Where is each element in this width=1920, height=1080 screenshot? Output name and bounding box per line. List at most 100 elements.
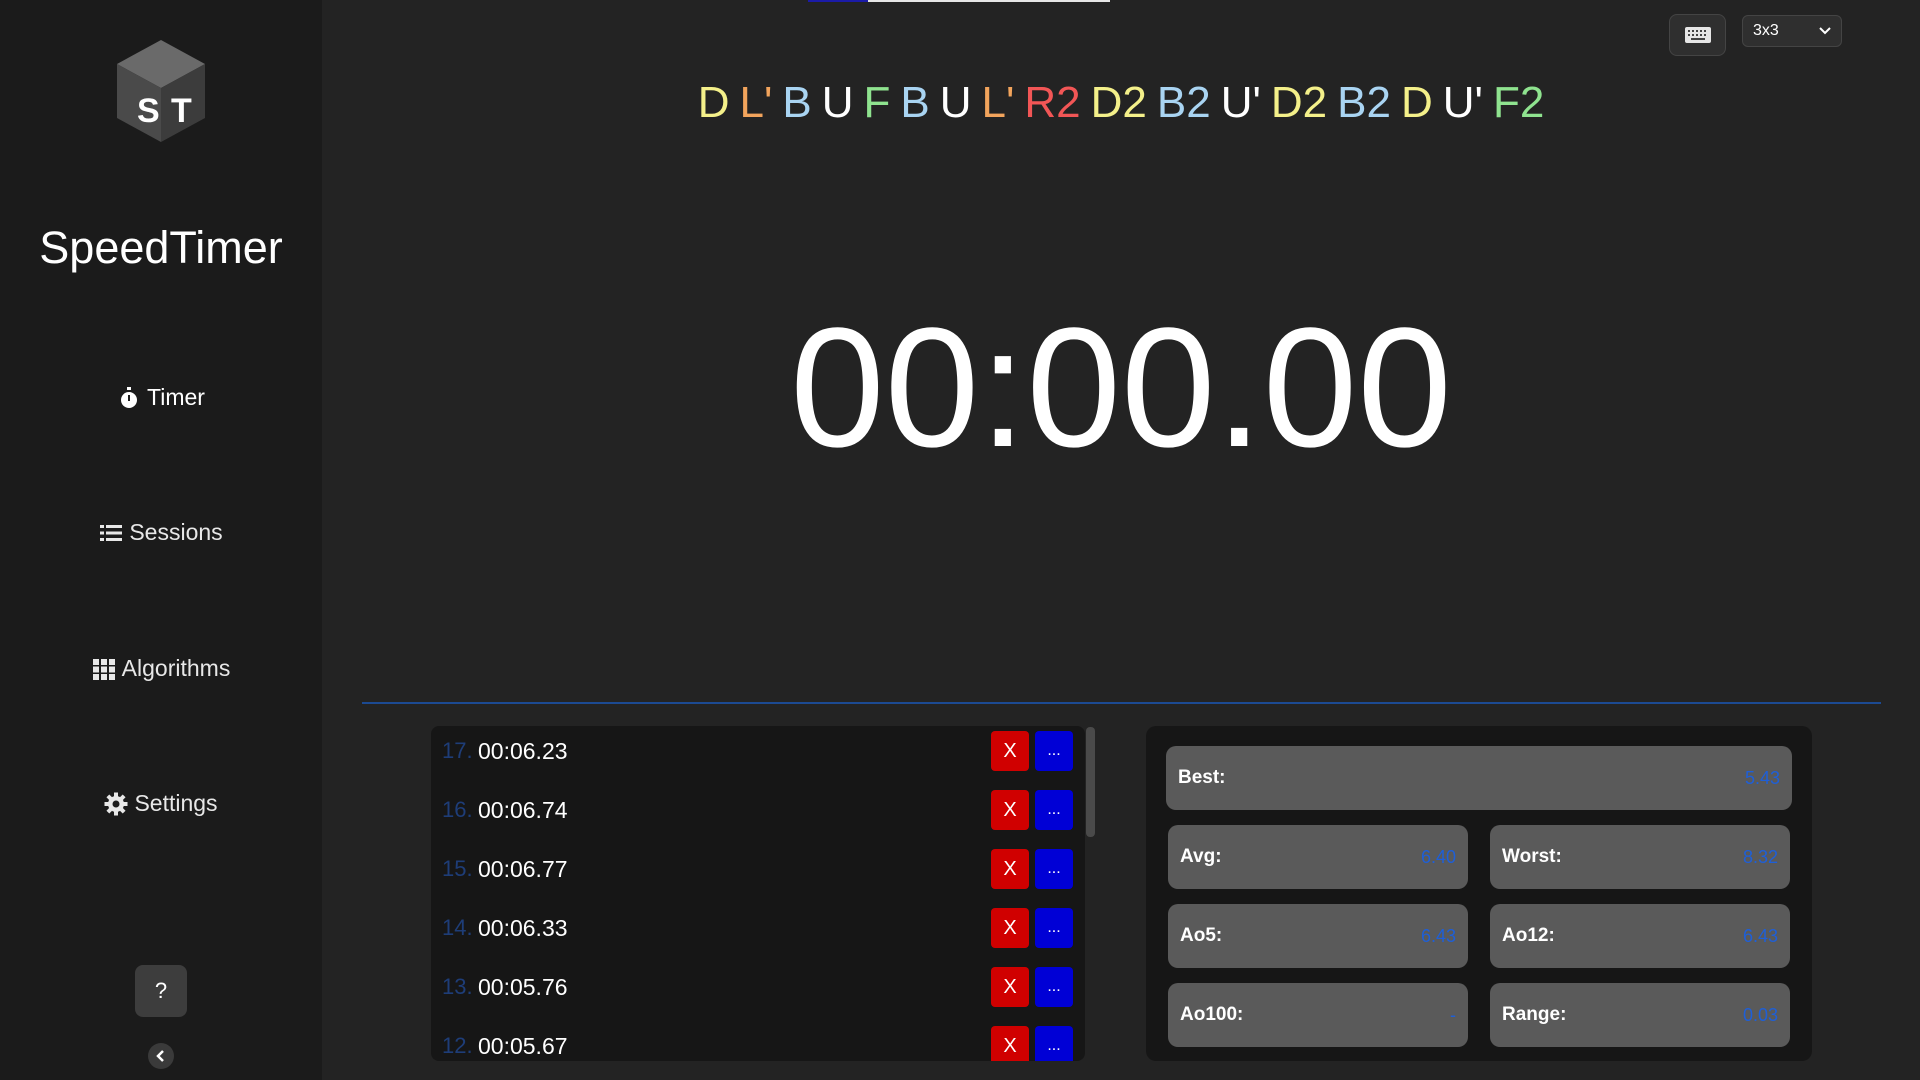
scramble-move: U [939, 78, 972, 127]
solve-index: 17. [442, 738, 473, 763]
scramble-move: U' [1442, 78, 1483, 127]
solve-index: 16. [442, 797, 473, 822]
chevron-left-icon [156, 1050, 164, 1062]
grid-icon [92, 658, 115, 680]
solve-index: 14. [442, 915, 473, 940]
nav-timer[interactable]: Timer [0, 384, 322, 411]
delete-solve-button[interactable]: X [991, 790, 1029, 830]
stat-range-label: Range: [1502, 1004, 1567, 1025]
stat-worst-value: 8.32 [1742, 846, 1778, 867]
stat-range: Range: 0.03 [1490, 983, 1790, 1047]
scramble-move: B2 [1156, 78, 1211, 127]
nav-algorithms-label: Algorithms [121, 655, 231, 681]
logo-letter-t: T [171, 92, 192, 130]
solve-index: 15. [442, 856, 473, 881]
stat-avg-value: 6.40 [1420, 846, 1456, 867]
edit-solve-button[interactable]: ... [1035, 967, 1073, 1007]
gear-icon [104, 792, 128, 815]
sidebar: S T SpeedTimer Timer Sessions Algorithms [0, 0, 322, 1080]
scramble-move: B2 [1337, 78, 1391, 127]
solve-time: 00:06.74 [478, 796, 568, 823]
scramble-move: U' [1220, 78, 1261, 127]
chevron-down-icon [1819, 27, 1831, 35]
scramble-move: D [697, 78, 730, 127]
stat-ao12-label: Ao12: [1502, 925, 1555, 946]
scramble-move: D [1400, 78, 1433, 127]
top-progress-accent [808, 0, 868, 2]
scramble-move: B [900, 78, 930, 127]
app-title: SpeedTimer [39, 222, 283, 273]
scramble-move: D2 [1090, 78, 1147, 127]
stat-range-value: 0.03 [1742, 1004, 1778, 1025]
nav-algorithms[interactable]: Algorithms [0, 655, 322, 682]
stat-ao100-label: Ao100: [1180, 1004, 1244, 1025]
edit-solve-button[interactable]: ... [1035, 1026, 1073, 1061]
delete-solve-button[interactable]: X [991, 1026, 1029, 1061]
stat-ao5-label: Ao5: [1180, 925, 1223, 946]
edit-solve-button[interactable]: ... [1035, 731, 1073, 771]
puzzle-select[interactable]: 3x3 [1742, 15, 1842, 47]
keyboard-button[interactable] [1669, 14, 1726, 56]
edit-solve-button[interactable]: ... [1035, 849, 1073, 889]
stat-ao100: Ao100: - [1168, 983, 1468, 1047]
stat-ao5: Ao5: 6.43 [1168, 904, 1468, 968]
help-button[interactable]: ? [135, 965, 187, 1017]
solve-row: 17. 00:06.23 X ... [431, 726, 1085, 776]
solve-row: 14. 00:06.33 X ... [431, 903, 1085, 953]
solve-row: 13. 00:05.76 X ... [431, 962, 1085, 1012]
delete-solve-button[interactable]: X [991, 849, 1029, 889]
stats-panel: Best: 5.43 Avg: 6.40 Worst: 8.32 Ao5: 6.… [1146, 726, 1812, 1061]
stat-avg: Avg: 6.40 [1168, 825, 1468, 889]
list-icon [100, 524, 123, 541]
solve-time: 00:06.23 [478, 737, 568, 764]
stat-best-value: 5.43 [1744, 767, 1780, 788]
nav-sessions[interactable]: Sessions [0, 519, 322, 546]
scramble-move: F [863, 78, 891, 127]
solve-time: 00:05.76 [478, 973, 568, 1000]
solves-list[interactable]: 17. 00:06.23 X ... 16. 00:06.74 X ... 15… [431, 726, 1085, 1061]
scramble-move: B [782, 78, 812, 127]
scramble-move: F2 [1492, 78, 1545, 127]
solve-time: 00:05.67 [478, 1032, 568, 1059]
stat-worst: Worst: 8.32 [1490, 825, 1790, 889]
section-divider [362, 702, 1881, 704]
solve-row: 15. 00:06.77 X ... [431, 844, 1085, 894]
solve-index: 13. [442, 974, 473, 999]
edit-solve-button[interactable]: ... [1035, 908, 1073, 948]
nav-sessions-label: Sessions [129, 519, 223, 545]
delete-solve-button[interactable]: X [991, 967, 1029, 1007]
stopwatch-icon [121, 386, 138, 408]
scramble-move: L' [981, 78, 1015, 127]
logo-letter-s: S [137, 92, 160, 130]
solves-scrollbar[interactable] [1086, 727, 1095, 837]
delete-solve-button[interactable]: X [991, 908, 1029, 948]
scramble-move: R2 [1024, 78, 1081, 127]
nav-settings[interactable]: Settings [0, 790, 322, 817]
stat-ao12: Ao12: 6.43 [1490, 904, 1790, 968]
solve-index: 12. [442, 1033, 473, 1058]
app-logo: S T [113, 38, 209, 144]
edit-solve-button[interactable]: ... [1035, 790, 1073, 830]
solve-time: 00:06.33 [478, 914, 568, 941]
nav-settings-label: Settings [134, 790, 218, 816]
stat-ao12-value: 6.43 [1742, 925, 1778, 946]
keyboard-icon [1684, 27, 1711, 43]
top-progress-bar [868, 0, 1110, 2]
stat-best: Best: 5.43 [1166, 746, 1792, 810]
scramble-move: U [821, 78, 854, 127]
scramble-move: D2 [1270, 78, 1328, 127]
stat-ao100-value: - [1450, 1004, 1456, 1025]
nav-timer-label: Timer [147, 384, 205, 410]
puzzle-select-value: 3x3 [1753, 22, 1779, 39]
stat-worst-label: Worst: [1502, 846, 1562, 867]
stat-best-label: Best: [1178, 767, 1226, 788]
solve-row: 16. 00:06.74 X ... [431, 785, 1085, 835]
solve-row: 12. 00:05.67 X ... [431, 1021, 1085, 1061]
stat-avg-label: Avg: [1180, 846, 1222, 867]
timer-display[interactable]: 00:00.00 [322, 290, 1920, 486]
collapse-sidebar-button[interactable] [148, 1043, 174, 1069]
scramble: D L' B U F B U L' R2 D2 B2 U' D2 B2 D U' F2 [322, 78, 1920, 128]
delete-solve-button[interactable]: X [991, 731, 1029, 771]
scramble-move: L' [739, 78, 773, 127]
solve-time: 00:06.77 [478, 855, 568, 882]
